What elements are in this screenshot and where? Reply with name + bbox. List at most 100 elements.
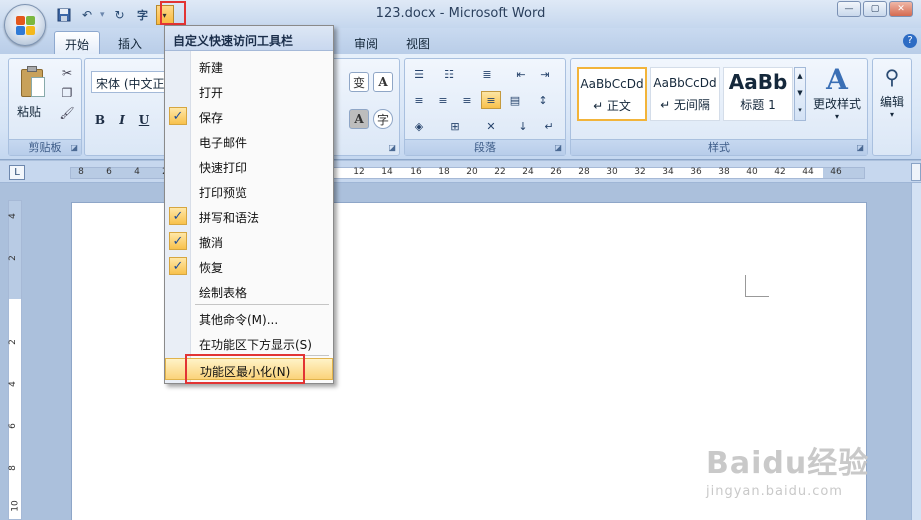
ruler-tick: 42 xyxy=(774,167,786,177)
show-marks-icon[interactable]: ↵ xyxy=(539,117,559,135)
qat-dropdown-highlight xyxy=(160,1,186,25)
italic-button[interactable]: I xyxy=(113,111,131,129)
menu-item-label: 恢复 xyxy=(199,261,224,275)
help-icon[interactable]: ? xyxy=(903,34,917,48)
menu-item-spelling[interactable]: ✓ 拼写和语法 xyxy=(165,205,333,227)
close-button[interactable]: ✕ xyxy=(889,1,913,17)
menu-item-save[interactable]: ✓ 保存 xyxy=(165,105,333,127)
borders-icon[interactable]: ⊞ xyxy=(445,117,465,135)
chevron-down-icon: ▾ xyxy=(889,110,894,119)
align-right-icon[interactable]: ≡ xyxy=(457,91,477,109)
watermark-main: Baidu经验 xyxy=(706,446,870,481)
copy-icon[interactable]: ❐ xyxy=(59,85,75,101)
style-heading-1-sample: AaBb xyxy=(728,70,788,94)
change-styles-button[interactable]: A 更改样式 ▾ xyxy=(811,63,863,122)
clipboard-launcher-icon[interactable]: ◪ xyxy=(70,143,78,152)
menu-item-label: 打开 xyxy=(199,86,224,100)
numbering-icon[interactable]: ☷ xyxy=(439,65,459,83)
bullets-icon[interactable]: ☰ xyxy=(409,65,429,83)
checkmark-icon: ✓ xyxy=(169,207,187,225)
vertical-ruler[interactable]: 4 2 2 4 6 8 10 xyxy=(8,200,22,520)
distributed-icon[interactable]: ▤ xyxy=(505,91,525,109)
menu-item-label: 保存 xyxy=(199,111,224,125)
change-styles-icon: A xyxy=(826,63,848,96)
ruler-tick: 36 xyxy=(690,167,702,177)
line-spacing-icon[interactable]: ↕ xyxy=(533,91,553,109)
menu-item-undo[interactable]: ✓ 撤消 xyxy=(165,230,333,252)
style-no-spacing-sample: AaBbCcDd xyxy=(653,76,717,90)
ruler-tick: 2 xyxy=(7,255,18,261)
enclose-char-icon[interactable]: 字 xyxy=(373,109,393,129)
styles-launcher-icon[interactable]: ◪ xyxy=(856,143,864,152)
style-normal[interactable]: AaBbCcDd ↵ 正文 xyxy=(577,67,647,121)
format-painter-icon[interactable]: 🖌 xyxy=(59,105,75,121)
paste-button[interactable]: 粘贴 xyxy=(17,103,41,120)
tab-home[interactable]: 开始 xyxy=(54,31,101,54)
menu-item-show-below-ribbon[interactable]: 在功能区下方显示(S) xyxy=(165,332,333,354)
editing-label: 编辑 xyxy=(879,95,904,109)
menu-item-email[interactable]: 电子邮件 xyxy=(165,130,333,152)
clipboard-group: 粘贴 ✂ ❐ 🖌 剪贴板 ◪ xyxy=(8,58,82,156)
office-button[interactable] xyxy=(4,4,46,46)
cut-icon[interactable]: ✂ xyxy=(59,65,75,81)
font-launcher-icon[interactable]: ◪ xyxy=(388,143,396,152)
align-center-icon[interactable]: ≡ xyxy=(433,91,453,109)
phonetic-guide-icon[interactable]: 变 xyxy=(349,72,369,92)
customize-qat-menu: 自定义快速访问工具栏 新建 打开 ✓ 保存 电子邮件 快速打印 打印预览 ✓ 拼… xyxy=(164,25,334,384)
checkmark-icon: ✓ xyxy=(169,257,187,275)
tab-review[interactable]: 审阅 xyxy=(344,31,388,54)
underline-button[interactable]: U xyxy=(135,111,153,129)
ruler-tick: 34 xyxy=(662,167,674,177)
menu-item-new[interactable]: 新建 xyxy=(165,55,333,77)
paste-icon[interactable] xyxy=(19,65,47,99)
shading-icon[interactable]: ◈ xyxy=(409,117,429,135)
paragraph-launcher-icon[interactable]: ◪ xyxy=(554,143,562,152)
maximize-button[interactable]: ▢ xyxy=(863,1,887,17)
bold-button[interactable]: B xyxy=(91,111,109,129)
menu-item-label: 电子邮件 xyxy=(199,136,248,150)
ribbon-tabs: 开始 插入 审阅 视图 ? xyxy=(0,28,921,54)
ruler-tick: 6 xyxy=(106,167,112,177)
menu-item-open[interactable]: 打开 xyxy=(165,80,333,102)
ruler-tick: 28 xyxy=(578,167,590,177)
horizontal-ruler-bar: L 8 6 4 2 12 14 16 18 20 22 24 26 28 30 … xyxy=(0,161,921,183)
align-left-icon[interactable]: ≡ xyxy=(409,91,429,109)
chinese-layout-icon[interactable]: ✕ xyxy=(481,117,501,135)
ruler-tick: 38 xyxy=(718,167,730,177)
multilevel-list-icon[interactable]: ≣ xyxy=(477,65,497,83)
vertical-scrollbar[interactable] xyxy=(911,183,921,520)
font-name-input[interactable]: 宋体 (中文正文 xyxy=(91,71,169,93)
editing-button[interactable]: ⚲ 编辑 ▾ xyxy=(873,65,911,119)
menu-item-label: 快速打印 xyxy=(199,161,248,175)
ruler-tick: 14 xyxy=(381,167,393,177)
decrease-indent-icon[interactable]: ⇤ xyxy=(511,65,531,83)
justify-icon[interactable]: ≡ xyxy=(481,91,501,109)
increase-indent-icon[interactable]: ⇥ xyxy=(535,65,555,83)
menu-item-more-commands[interactable]: 其他命令(M)... xyxy=(165,307,333,329)
menu-item-label: 拼写和语法 xyxy=(199,211,260,225)
char-shading-icon[interactable]: A xyxy=(349,109,369,129)
menu-item-draw-table[interactable]: 绘制表格 xyxy=(165,280,333,302)
menu-separator xyxy=(195,304,329,305)
tab-view[interactable]: 视图 xyxy=(396,31,440,54)
ruler-tick: 26 xyxy=(550,167,562,177)
menu-item-print-preview[interactable]: 打印预览 xyxy=(165,180,333,202)
ruler-tick: 4 xyxy=(134,167,140,177)
styles-scroll[interactable]: ▲ ▼ ▾ xyxy=(794,67,806,121)
office-logo-icon xyxy=(16,16,36,36)
ruler-tick: 4 xyxy=(7,381,18,387)
menu-item-redo[interactable]: ✓ 恢复 xyxy=(165,255,333,277)
menu-item-label: 其他命令(M)... xyxy=(199,313,279,327)
ruler-tick: 44 xyxy=(802,167,814,177)
char-border-icon[interactable]: A xyxy=(373,72,393,92)
sort-icon[interactable]: ↓ xyxy=(513,117,533,135)
ruler-view-toggle-icon[interactable] xyxy=(911,163,921,181)
style-no-spacing[interactable]: AaBbCcDd ↵ 无间隔 xyxy=(650,67,720,121)
ruler-tick: 2 xyxy=(7,339,18,345)
tab-insert[interactable]: 插入 xyxy=(108,31,152,54)
menu-item-label: 在功能区下方显示(S) xyxy=(199,338,312,352)
style-heading-1[interactable]: AaBb 标题 1 xyxy=(723,67,793,121)
menu-item-quick-print[interactable]: 快速打印 xyxy=(165,155,333,177)
minimize-button[interactable]: — xyxy=(837,1,861,17)
tab-selector-button[interactable]: L xyxy=(9,165,25,180)
